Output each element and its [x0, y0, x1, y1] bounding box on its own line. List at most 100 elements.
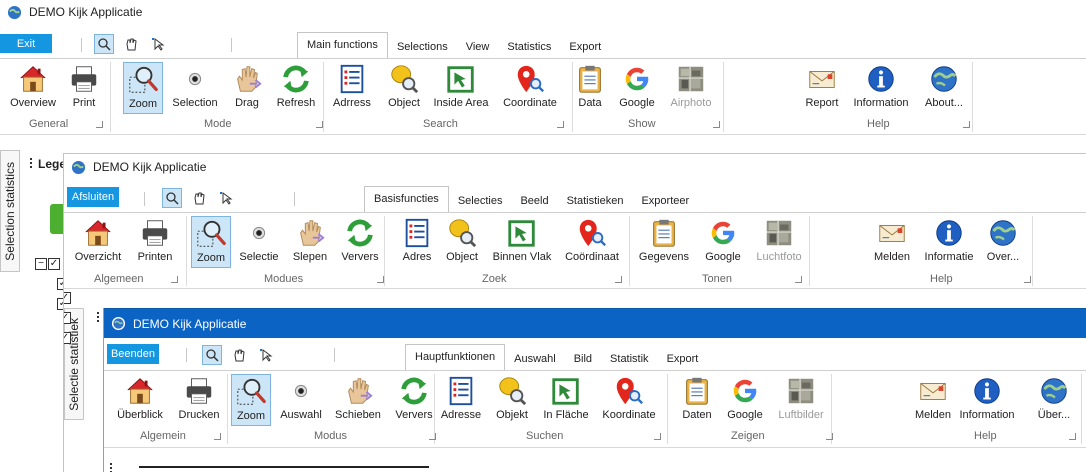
- ribbon-button-label: Ververs: [341, 251, 379, 263]
- google-button[interactable]: Google: [614, 62, 659, 114]
- google-button[interactable]: Google: [700, 216, 745, 268]
- group-launcher-icon[interactable]: [963, 121, 970, 128]
- object-button[interactable]: Objekt: [489, 374, 534, 426]
- report-button[interactable]: Melden: [869, 216, 914, 268]
- group-launcher-icon[interactable]: [713, 121, 720, 128]
- tab-bild[interactable]: Bild: [565, 348, 601, 370]
- layer-checkbox[interactable]: ✓: [64, 332, 71, 344]
- group-launcher-icon[interactable]: [316, 121, 323, 128]
- layer-checkbox[interactable]: ✓: [48, 258, 60, 270]
- drag-button[interactable]: Schieben: [329, 374, 387, 426]
- group-launcher-icon[interactable]: [795, 276, 802, 283]
- refresh-button[interactable]: Ververs: [334, 216, 385, 268]
- group-launcher-icon[interactable]: [377, 276, 384, 283]
- data-button[interactable]: Gegevens: [635, 216, 693, 268]
- tab-statistics[interactable]: Statistics: [498, 36, 560, 58]
- exit-button[interactable]: Afsluiten: [67, 187, 119, 207]
- group-launcher-icon[interactable]: [214, 433, 221, 440]
- google-button[interactable]: Google: [722, 374, 767, 426]
- airphoto-button[interactable]: Airphoto: [662, 62, 720, 114]
- group-launcher-icon[interactable]: [654, 433, 661, 440]
- tab-export[interactable]: Export: [560, 36, 610, 58]
- tab-exporteer[interactable]: Exporteer: [632, 190, 698, 212]
- pointer-tool-icon[interactable]: [216, 188, 236, 208]
- hand-tool-icon[interactable]: [229, 345, 249, 365]
- refresh-button[interactable]: Ververs: [388, 374, 439, 426]
- coordinate-button[interactable]: Coordinate: [495, 62, 565, 114]
- pointer-tool-icon[interactable]: [148, 34, 168, 54]
- print-button[interactable]: Printen: [129, 216, 180, 268]
- address-button[interactable]: Adres: [397, 216, 437, 268]
- tab-statistieken[interactable]: Statistieken: [558, 190, 633, 212]
- information-button[interactable]: Information: [949, 374, 1025, 426]
- selection-button[interactable]: Auswahl: [275, 374, 326, 426]
- collapse-toggle[interactable]: −: [35, 258, 47, 270]
- refresh-button[interactable]: Refresh: [270, 62, 321, 114]
- tab-main-functions[interactable]: Main functions: [297, 32, 388, 58]
- drag-button[interactable]: Drag: [227, 62, 267, 114]
- about-button[interactable]: Über...: [1028, 374, 1079, 426]
- selection-button[interactable]: Selection: [163, 62, 227, 114]
- exit-button[interactable]: Exit: [0, 34, 52, 53]
- zoom-button[interactable]: Zoom: [231, 374, 271, 426]
- group-launcher-icon[interactable]: [171, 276, 178, 283]
- tab-statistik[interactable]: Statistik: [601, 348, 658, 370]
- group-launcher-icon[interactable]: [557, 121, 564, 128]
- tab-hauptfunktionen[interactable]: Hauptfunktionen: [405, 344, 506, 370]
- side-tab-selectie-statistiek[interactable]: Selectie statistiek: [64, 308, 84, 420]
- tab-selecties[interactable]: Selecties: [449, 190, 512, 212]
- add-button[interactable]: [50, 204, 64, 234]
- coordinate-button[interactable]: Coördinaat: [557, 216, 627, 268]
- pointer-tool-icon[interactable]: [256, 345, 276, 365]
- data-button[interactable]: Data: [570, 62, 610, 114]
- zoom-button[interactable]: Zoom: [191, 216, 231, 268]
- layer-checkbox[interactable]: ✓: [64, 312, 71, 324]
- drag-button[interactable]: Slepen: [287, 216, 332, 268]
- airphoto-button[interactable]: Luchtfoto: [747, 216, 811, 268]
- hand-tool-icon[interactable]: [189, 188, 209, 208]
- group-launcher-icon[interactable]: [1024, 276, 1031, 283]
- overview-button[interactable]: Overview: [4, 62, 62, 114]
- inside-area-button[interactable]: In Fläche: [534, 374, 598, 426]
- information-button[interactable]: Informatie: [914, 216, 984, 268]
- group-launcher-icon[interactable]: [826, 433, 833, 440]
- address-button[interactable]: Adrress: [326, 62, 377, 114]
- airphoto-button[interactable]: Luftbilder: [766, 374, 836, 426]
- inside-area-button[interactable]: Inside Area: [423, 62, 499, 114]
- tab-view[interactable]: View: [457, 36, 499, 58]
- tab-export[interactable]: Export: [658, 348, 708, 370]
- zoom-tool-icon[interactable]: [202, 345, 222, 365]
- tab-basisfuncties[interactable]: Basisfuncties: [364, 186, 449, 212]
- group-launcher-icon[interactable]: [615, 276, 622, 283]
- overview-button[interactable]: Überblick: [108, 374, 172, 426]
- tab-selections[interactable]: Selections: [388, 36, 457, 58]
- print-button[interactable]: Print: [64, 62, 104, 114]
- selection-button[interactable]: Selectie: [230, 216, 288, 268]
- tab-beeld[interactable]: Beeld: [511, 190, 557, 212]
- layer-checkbox[interactable]: ✓: [64, 292, 71, 304]
- zoom-button[interactable]: Zoom: [123, 62, 163, 114]
- print-button[interactable]: Drucken: [173, 374, 224, 426]
- ribbon-button-label: Coördinaat: [565, 251, 619, 263]
- about-button[interactable]: Over...: [977, 216, 1028, 268]
- tab-auswahl[interactable]: Auswahl: [505, 348, 565, 370]
- house-icon: [123, 374, 157, 408]
- coordinate-button[interactable]: Koordinate: [594, 374, 664, 426]
- data-button[interactable]: Daten: [677, 374, 717, 426]
- hand-tool-icon[interactable]: [121, 34, 141, 54]
- overview-button[interactable]: Overzicht: [66, 216, 130, 268]
- zoom-tool-icon[interactable]: [94, 34, 114, 54]
- object-button[interactable]: Object: [439, 216, 484, 268]
- information-button[interactable]: Information: [843, 62, 919, 114]
- address-button[interactable]: Adresse: [435, 374, 486, 426]
- about-button[interactable]: About...: [915, 62, 973, 114]
- report-button[interactable]: Report: [799, 62, 844, 114]
- object-button[interactable]: Object: [381, 62, 426, 114]
- group-launcher-icon[interactable]: [96, 121, 103, 128]
- zoom-tool-icon[interactable]: [162, 188, 182, 208]
- side-tab-selection-statistics[interactable]: Selection statistics: [0, 150, 20, 272]
- exit-button[interactable]: Beenden: [107, 344, 159, 364]
- group-launcher-icon[interactable]: [1069, 433, 1076, 440]
- inside-area-button[interactable]: Binnen Vlak: [484, 216, 560, 268]
- group-launcher-icon[interactable]: [429, 433, 436, 440]
